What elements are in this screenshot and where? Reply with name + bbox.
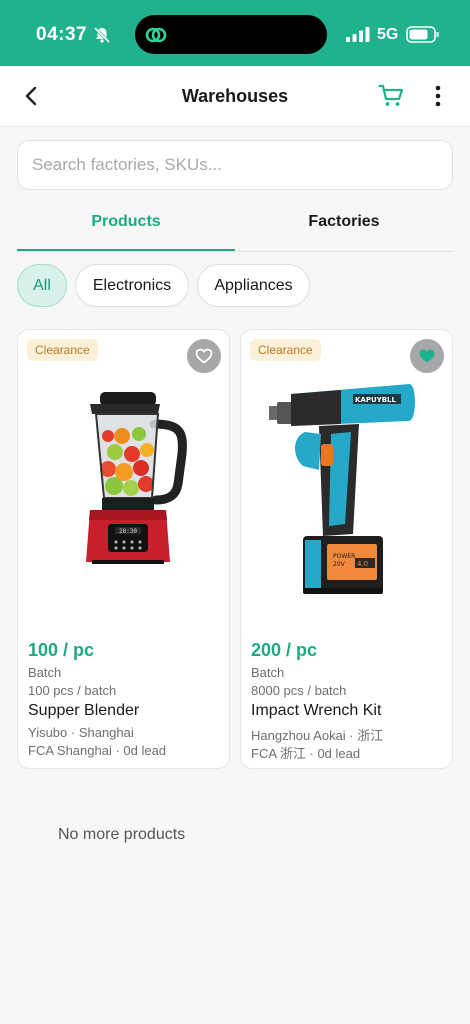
tab-factories[interactable]: Factories (235, 200, 453, 251)
tab-products[interactable]: Products (17, 200, 235, 251)
product-shipping-terms: FCA Shanghai · 0d lead (28, 743, 167, 758)
status-time: 04:37 (36, 24, 88, 45)
tab-bar: Products Factories (17, 200, 453, 252)
product-batch-size: 8000 pcs / batch (251, 683, 347, 698)
cart-icon[interactable] (378, 84, 404, 108)
app-indicator-icon (145, 27, 167, 43)
filter-chip-appliances[interactable]: Appliances (197, 264, 310, 307)
product-card[interactable]: Clearance 28:30 100 / pc Batch 100 pcs /… (17, 329, 230, 769)
product-unit-type: Batch (251, 665, 285, 680)
svg-text:20V: 20V (333, 561, 346, 568)
heart-outline-icon (195, 348, 213, 364)
blender-product-image: 28:30 (86, 392, 187, 564)
favorite-button[interactable] (410, 339, 444, 373)
app-header: Warehouses (0, 66, 470, 127)
filter-chip-all[interactable]: All (17, 264, 67, 307)
network-label: 5G (377, 26, 399, 43)
search-input[interactable] (17, 140, 453, 190)
svg-text:28:30: 28:30 (119, 528, 137, 535)
clearance-badge: Clearance (27, 339, 98, 361)
impact-wrench-product-image: KAPUYBLL POWER 20V 4.0 (269, 383, 415, 594)
status-bar: 04:37 5G (0, 0, 470, 66)
bell-muted-icon (93, 26, 111, 44)
product-name: Supper Blender (28, 702, 140, 719)
battery-icon (406, 26, 439, 43)
product-supplier: Hangzhou Aokai · 浙江 (251, 728, 384, 743)
product-supplier: Yisubo · Shanghai (28, 725, 134, 740)
product-shipping-terms: FCA 浙江 · 0d lead (251, 746, 361, 761)
more-vertical-icon[interactable] (428, 84, 448, 108)
heart-filled-icon (419, 349, 435, 363)
filter-chip-electronics[interactable]: Electronics (75, 264, 189, 307)
signal-icon (346, 27, 370, 42)
clearance-badge: Clearance (250, 339, 321, 361)
product-unit-type: Batch (28, 665, 62, 680)
product-price: 200 / pc (251, 640, 318, 660)
product-price: 100 / pc (28, 640, 95, 660)
favorite-button[interactable] (187, 339, 221, 373)
svg-text:4.0: 4.0 (357, 560, 368, 568)
product-name: Impact Wrench Kit (251, 702, 382, 719)
svg-text:KAPUYBLL: KAPUYBLL (355, 396, 397, 404)
product-batch-size: 100 pcs / batch (28, 683, 117, 698)
product-card[interactable]: Clearance KAPUYBLL POWER 20V 4.0 200 / p… (240, 329, 453, 769)
dynamic-island (135, 15, 327, 54)
svg-text:POWER: POWER (333, 553, 355, 560)
end-of-list-note: No more products (58, 826, 186, 843)
